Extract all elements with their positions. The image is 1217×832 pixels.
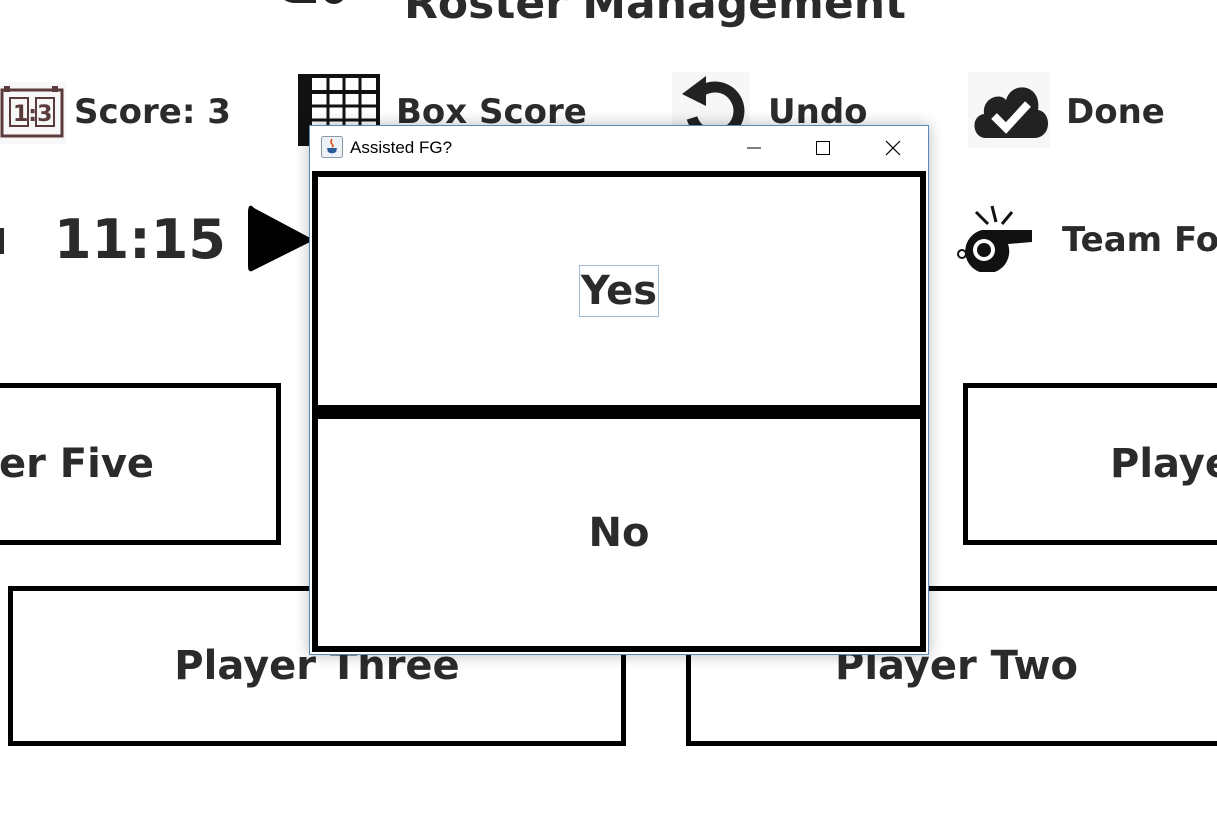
- player-five-label: er Five: [0, 441, 155, 487]
- no-label: No: [588, 509, 650, 556]
- whistle-icon[interactable]: [956, 204, 1036, 274]
- player-five-button[interactable]: er Five: [0, 383, 281, 545]
- score-label[interactable]: Score: 3: [74, 92, 231, 132]
- scoreboard-icon[interactable]: 1:3: [0, 82, 66, 144]
- minimize-button[interactable]: [731, 130, 777, 166]
- done-label[interactable]: Done: [1066, 92, 1165, 132]
- team-fouls-label[interactable]: Team Fo: [1062, 220, 1217, 260]
- clock-left-edge-mark: [0, 228, 4, 254]
- yes-label: Yes: [578, 265, 660, 317]
- maximize-icon: [816, 141, 830, 155]
- minimize-icon: [747, 147, 761, 149]
- cloud-check-icon[interactable]: [968, 72, 1050, 148]
- player-one-label: Playe: [1110, 441, 1217, 487]
- java-app-icon: [321, 136, 343, 158]
- player-one-button[interactable]: Playe: [963, 383, 1217, 545]
- no-button[interactable]: No: [318, 419, 920, 646]
- yes-button[interactable]: Yes: [318, 177, 920, 405]
- assisted-fg-dialog: Assisted FG? Yes No: [309, 125, 929, 655]
- roster-person-icon: [272, 0, 352, 22]
- score-icon-digits: 1:3: [13, 102, 52, 127]
- close-icon: [885, 140, 901, 156]
- game-clock: 11:15: [54, 208, 226, 271]
- play-icon[interactable]: [246, 202, 316, 276]
- close-button[interactable]: [870, 130, 916, 166]
- dialog-title: Assisted FG?: [350, 138, 453, 157]
- maximize-button[interactable]: [800, 130, 846, 166]
- dialog-titlebar[interactable]: Assisted FG?: [310, 126, 928, 170]
- dialog-body: Yes No: [312, 171, 926, 652]
- page-title: Roster Management: [404, 0, 907, 29]
